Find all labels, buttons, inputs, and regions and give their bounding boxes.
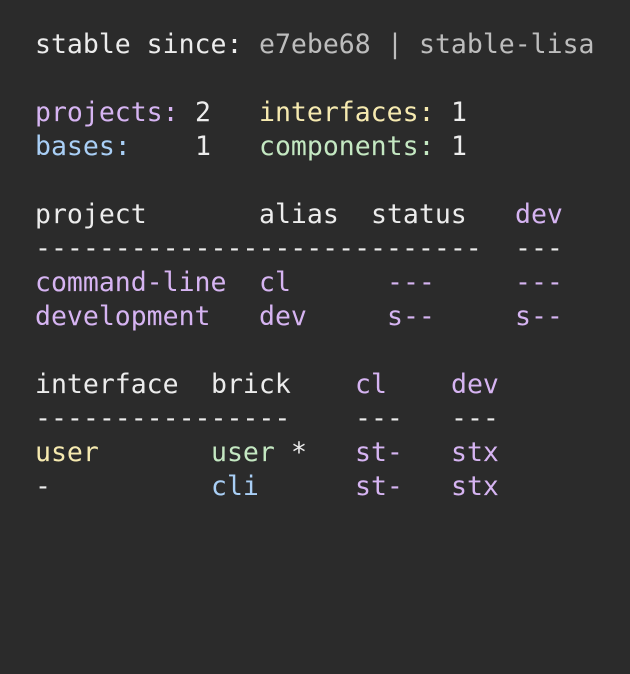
brick-dev: stx: [451, 437, 499, 468]
brick-marker: *: [291, 437, 307, 468]
bricks-table-rule: ---------------- --- ---: [35, 402, 499, 436]
project-status: ---: [387, 267, 435, 298]
projects-count: 2: [195, 97, 211, 128]
project-alias: dev: [259, 301, 307, 332]
header-alias: alias: [259, 199, 339, 230]
project-name: command-line: [35, 267, 227, 298]
stable-hash: e7ebe68: [259, 29, 371, 60]
interfaces-label: interfaces:: [259, 97, 435, 128]
projects-table-rule: ---------------------------- ---: [35, 232, 563, 266]
header-dev: dev: [515, 199, 563, 230]
bases-count: 1: [195, 131, 211, 162]
table-row: command-line cl --- ---: [35, 266, 563, 300]
project-name: development: [35, 301, 211, 332]
components-label: components:: [259, 131, 435, 162]
header-status: status: [371, 199, 467, 230]
bricks-table-header: interface brick cl dev: [35, 368, 499, 402]
stable-since-line: stable since: e7ebe68 | stable-lisa: [35, 28, 595, 62]
rule-cl: ---: [355, 403, 403, 434]
components-count: 1: [451, 131, 467, 162]
header-project: project: [35, 199, 147, 230]
header-brick: brick: [211, 369, 291, 400]
header-dev: dev: [451, 369, 499, 400]
header-cl: cl: [355, 369, 387, 400]
interfaces-count: 1: [451, 97, 467, 128]
summary-row-bases: bases: 1 components: 1: [35, 130, 467, 164]
project-status: s--: [387, 301, 435, 332]
rule-dev: ---: [451, 403, 499, 434]
brick-cl: st-: [355, 471, 403, 502]
project-dev: ---: [515, 267, 563, 298]
table-row: user user * st- stx: [35, 436, 499, 470]
project-alias: cl: [259, 267, 291, 298]
brick-name: cli: [211, 471, 259, 502]
brick-cl: st-: [355, 437, 403, 468]
stable-separator: |: [387, 29, 403, 60]
bases-label: bases:: [35, 131, 131, 162]
stable-since-label: stable since:: [35, 29, 243, 60]
rule-main: ----------------: [35, 403, 291, 434]
brick-interface: user: [35, 437, 99, 468]
rule-dev: ---: [515, 233, 563, 264]
projects-label: projects:: [35, 97, 179, 128]
table-row: development dev s-- s--: [35, 300, 563, 334]
terminal-window: stable since: e7ebe68 | stable-lisa proj…: [0, 0, 630, 530]
header-interface: interface: [35, 369, 179, 400]
brick-interface: -: [35, 471, 51, 502]
brick-dev: stx: [451, 471, 499, 502]
projects-table-header: project alias status dev: [35, 198, 563, 232]
stable-tag: stable-lisa: [419, 29, 595, 60]
brick-name: user: [211, 437, 275, 468]
rule-main: ----------------------------: [35, 233, 482, 264]
table-row: - cli st- stx: [35, 470, 499, 504]
project-dev: s--: [515, 301, 563, 332]
summary-row-projects: projects: 2 interfaces: 1: [35, 96, 467, 130]
